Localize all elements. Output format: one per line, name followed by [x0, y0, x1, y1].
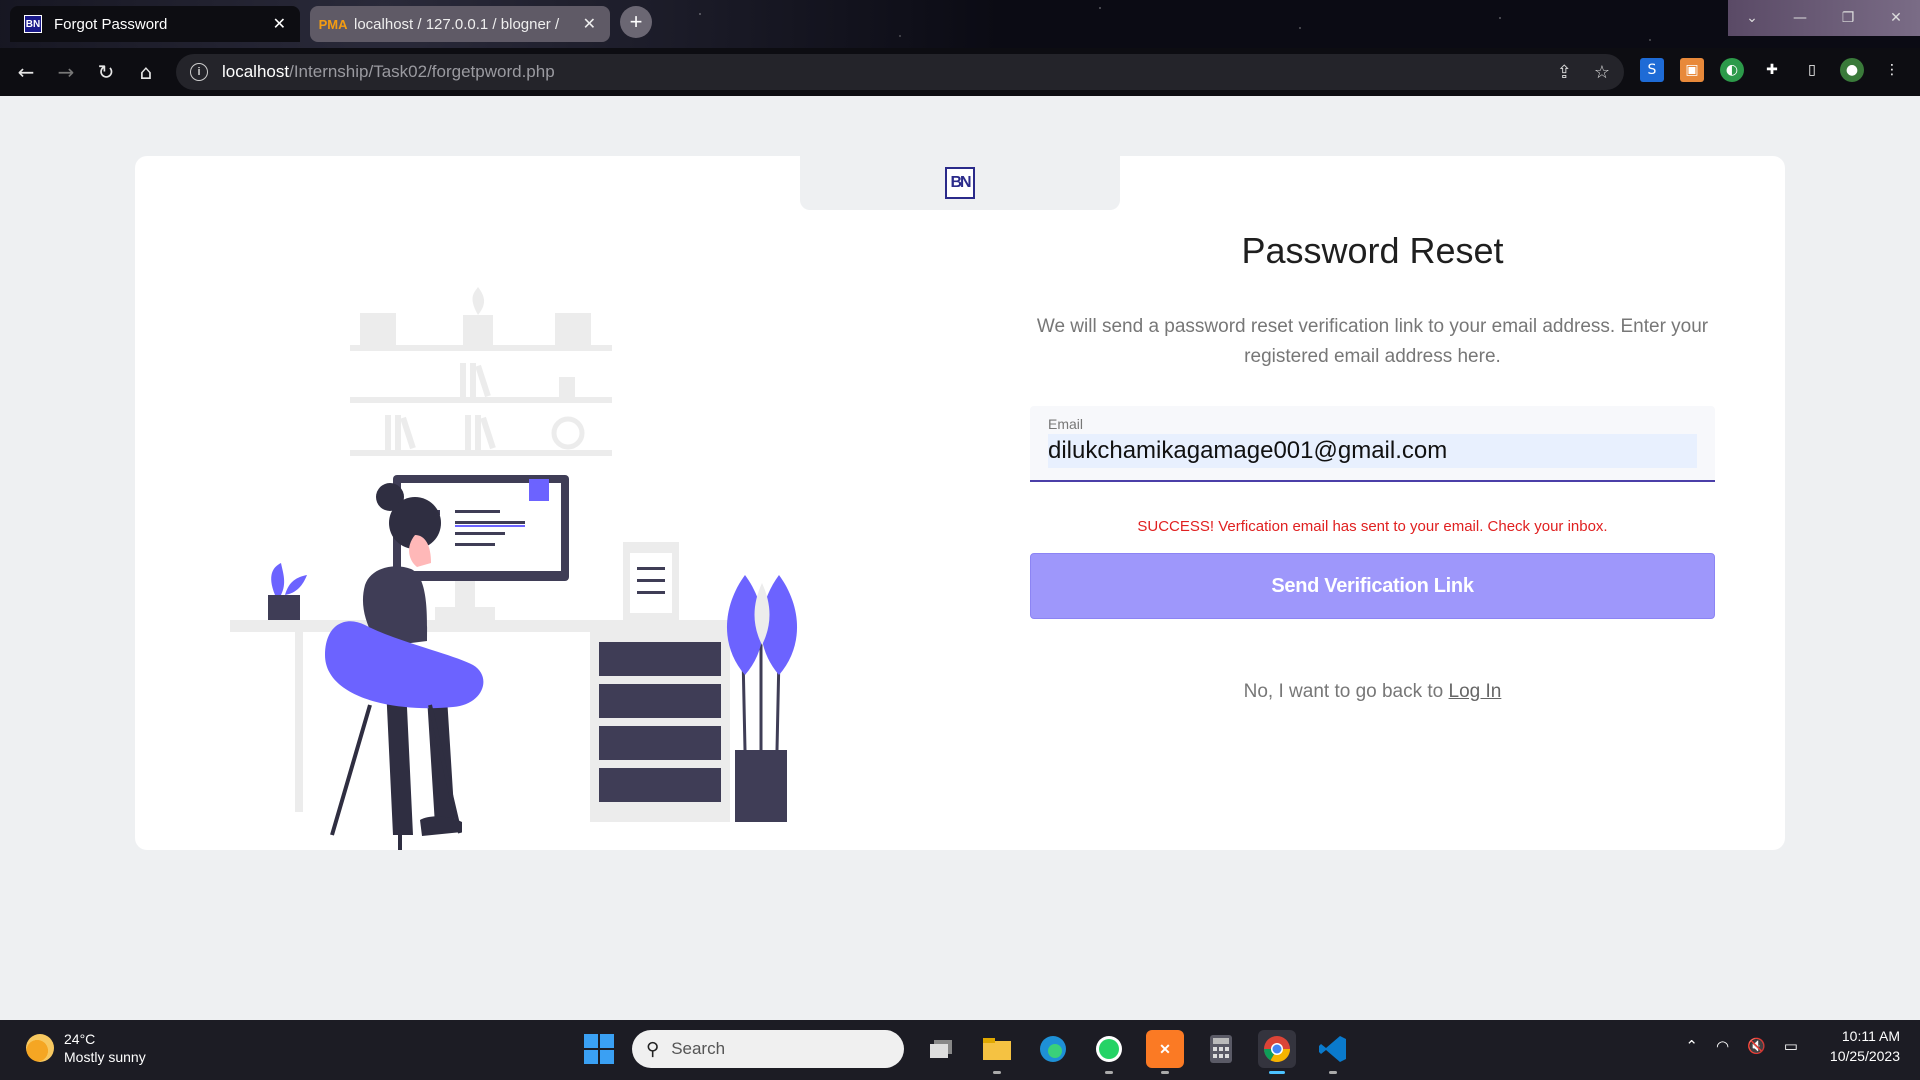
- reset-form: Password Reset We will send a password r…: [1030, 230, 1715, 703]
- url-text: localhost/Internship/Task02/forgetpword.…: [222, 62, 555, 81]
- tab-search-icon[interactable]: ⌄: [1728, 0, 1776, 36]
- tab-title: Forgot Password: [54, 15, 168, 33]
- tab-forgot-password[interactable]: BN Forgot Password ✕: [10, 6, 300, 42]
- xampp-icon[interactable]: ✕: [1146, 1030, 1184, 1074]
- extension-photo-icon[interactable]: ▣: [1680, 58, 1704, 82]
- calculator-icon[interactable]: [1202, 1030, 1240, 1068]
- email-label: Email: [1048, 416, 1084, 432]
- email-field[interactable]: Email dilukchamikagamage001@gmail.com: [1030, 406, 1715, 482]
- browser-titlebar: BN Forgot Password ✕ PMA localhost / 127…: [0, 0, 1920, 48]
- close-tab-icon[interactable]: ✕: [273, 14, 286, 34]
- extension-globe-icon[interactable]: ◐: [1720, 58, 1744, 82]
- reset-description: We will send a password reset verificati…: [1036, 316, 1709, 367]
- chrome-icon[interactable]: [1258, 1030, 1296, 1074]
- battery-icon[interactable]: ▭: [1784, 1037, 1798, 1055]
- close-window-icon[interactable]: ✕: [1872, 0, 1920, 36]
- new-tab-button[interactable]: +: [620, 6, 652, 38]
- clock-time: 10:11 AM: [1841, 1028, 1900, 1044]
- vscode-icon[interactable]: [1314, 1030, 1352, 1074]
- share-icon[interactable]: ⇪: [1557, 62, 1572, 83]
- reload-icon[interactable]: ↻: [86, 52, 126, 92]
- extension-s-icon[interactable]: S: [1640, 58, 1664, 82]
- browser-toolbar: ← → ↻ ⌂ i localhost/Internship/Task02/fo…: [0, 48, 1920, 96]
- clock-date: 10/25/2023: [1829, 1048, 1900, 1064]
- taskbar-search[interactable]: ⚲ Search: [632, 1030, 904, 1068]
- tab-title: localhost / 127.0.0.1 / blogner /: [354, 15, 560, 33]
- taskbar-apps: ⚲ Search ✕: [584, 1030, 1352, 1074]
- page-title: Password Reset: [1241, 230, 1504, 271]
- minimize-icon[interactable]: —: [1776, 0, 1824, 36]
- bookmark-star-icon[interactable]: ☆: [1594, 62, 1610, 83]
- extensions-row: S ▣ ◐ ✚ ▯ ● ⋮: [1640, 58, 1904, 82]
- search-icon: ⚲: [646, 1038, 660, 1060]
- menu-kebab-icon[interactable]: ⋮: [1880, 58, 1904, 82]
- email-input[interactable]: dilukchamikagamage001@gmail.com: [1048, 434, 1697, 468]
- weather-temp: 24°C: [64, 1031, 96, 1047]
- windows-start-icon[interactable]: [584, 1034, 614, 1064]
- windows-taskbar: 24°C Mostly sunny ⚲ Search ✕ ⌃ ◠ 🔇 ▭ 10:…: [0, 1020, 1920, 1080]
- window-controls: ⌄ — ❐ ✕: [1728, 0, 1920, 36]
- back-to-login: No, I want to go back to Log In: [1243, 681, 1502, 702]
- bn-logo: BN: [945, 167, 975, 199]
- side-panel-icon[interactable]: ▯: [1800, 58, 1824, 82]
- home-icon[interactable]: ⌂: [126, 52, 166, 92]
- send-verification-button[interactable]: Send Verification Link: [1030, 553, 1715, 619]
- close-tab-icon[interactable]: ✕: [583, 14, 596, 34]
- phpmyadmin-favicon-icon: PMA: [318, 16, 348, 32]
- speaker-muted-icon[interactable]: 🔇: [1747, 1037, 1766, 1055]
- taskbar-clock[interactable]: 10:11 AM 10/25/2023: [1830, 1026, 1900, 1066]
- task-view-icon[interactable]: [922, 1030, 960, 1068]
- profile-avatar[interactable]: ●: [1840, 58, 1864, 82]
- bn-favicon-icon: BN: [24, 15, 42, 33]
- extensions-puzzle-icon[interactable]: ✚: [1760, 58, 1784, 82]
- weather-widget[interactable]: 24°C Mostly sunny: [26, 1030, 146, 1066]
- search-placeholder: Search: [671, 1039, 726, 1058]
- omnibox-actions: ⇪ ☆: [1557, 62, 1610, 83]
- workspace-illustration: [230, 287, 798, 850]
- whatsapp-icon[interactable]: [1090, 1030, 1128, 1074]
- forward-arrow-icon[interactable]: →: [46, 52, 86, 92]
- back-arrow-icon[interactable]: ←: [6, 52, 46, 92]
- site-info-icon[interactable]: i: [190, 63, 208, 81]
- file-explorer-icon[interactable]: [978, 1030, 1016, 1074]
- login-link[interactable]: Log In: [1449, 681, 1502, 702]
- success-message: SUCCESS! Verfication email has sent to y…: [1137, 518, 1608, 535]
- partly-sunny-icon: [26, 1034, 54, 1062]
- address-bar[interactable]: i localhost/Internship/Task02/forgetpwor…: [176, 54, 1624, 90]
- logo-tab: BN: [800, 156, 1120, 210]
- tab-phpmyadmin[interactable]: PMA localhost / 127.0.0.1 / blogner / ✕: [310, 6, 610, 42]
- show-hidden-icons-chevron-icon[interactable]: ⌃: [1685, 1037, 1698, 1055]
- edge-browser-icon[interactable]: [1034, 1030, 1072, 1068]
- wifi-icon[interactable]: ◠: [1716, 1037, 1729, 1055]
- restore-icon[interactable]: ❐: [1824, 0, 1872, 36]
- system-tray: ⌃ ◠ 🔇 ▭ 10:11 AM 10/25/2023: [1685, 1026, 1900, 1066]
- weather-desc: Mostly sunny: [64, 1049, 146, 1065]
